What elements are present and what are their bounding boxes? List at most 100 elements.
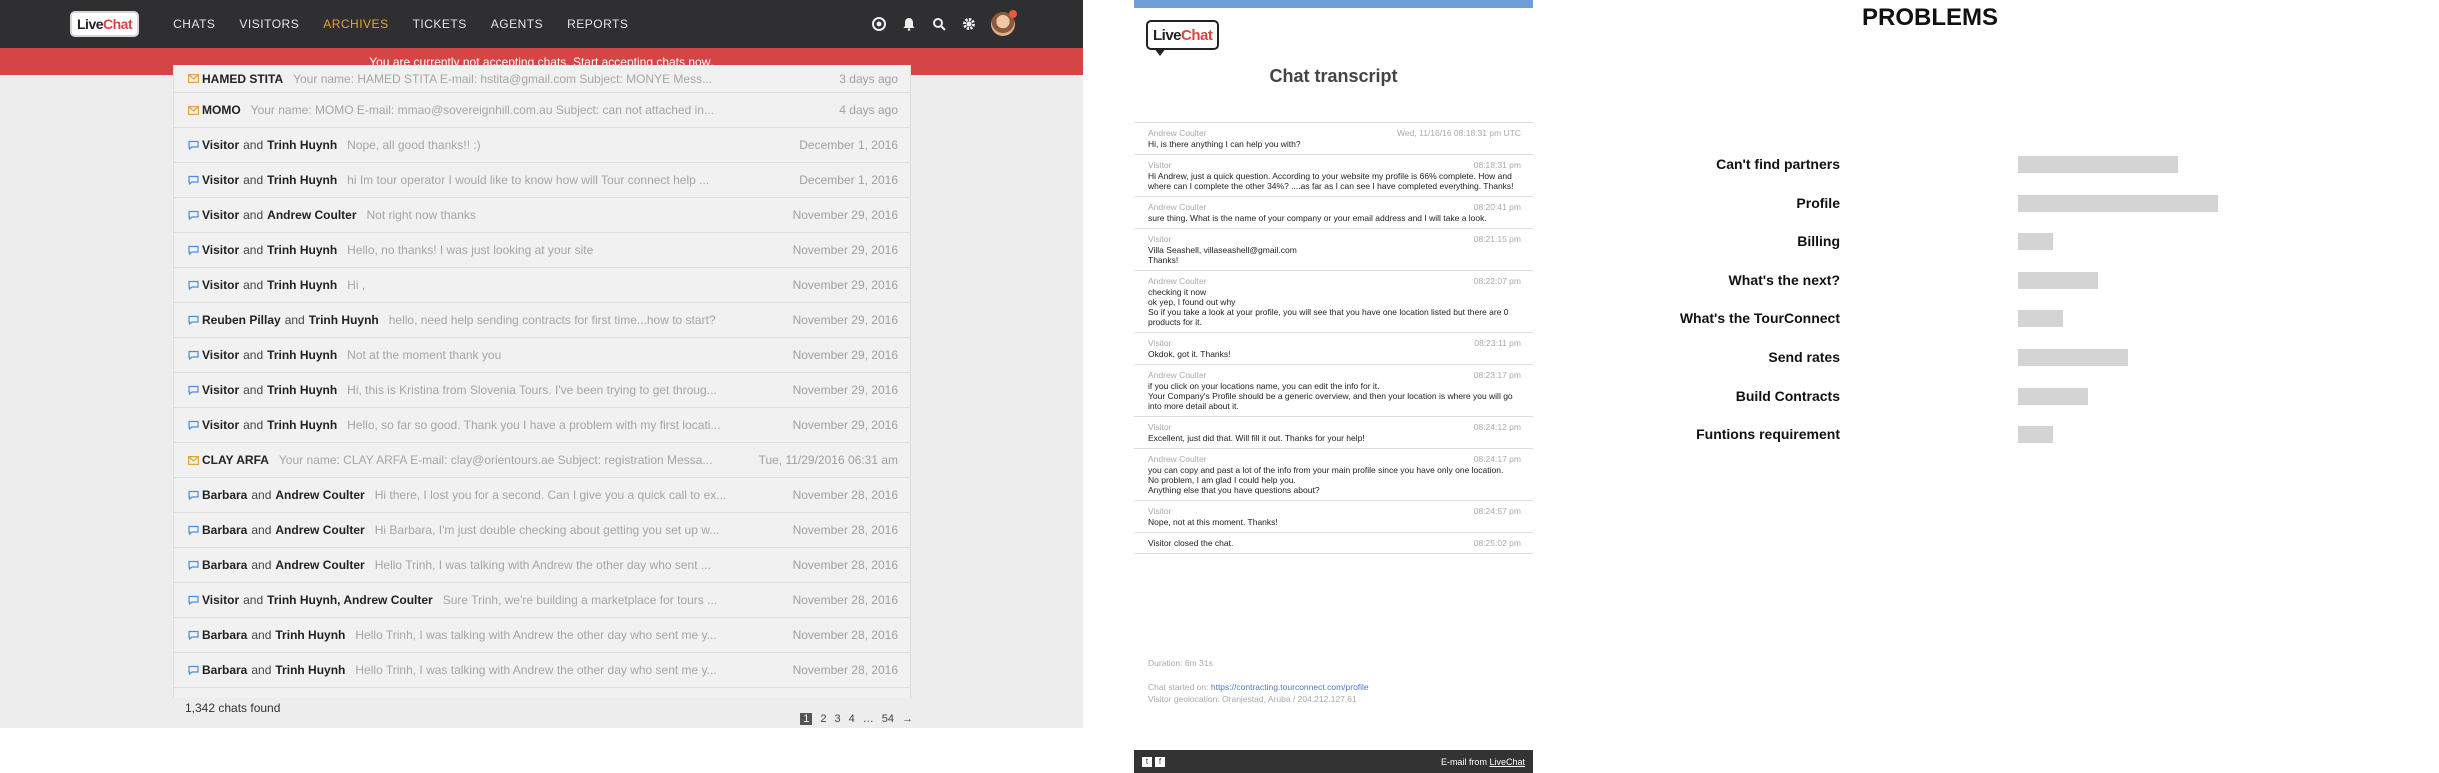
archive-row[interactable]: Visitor and Trinh Huynh, Andrew Coulter Sur… [174, 583, 910, 618]
row-date: November 29, 2016 [792, 278, 898, 292]
archive-row[interactable]: Barbara and Andrew Coulter Hello Trinh, I w… [174, 548, 910, 583]
message-time: 08:21:15 pm [1473, 234, 1521, 244]
chat-bubble-icon [186, 524, 200, 536]
bar-what-s-the-next [2018, 271, 2098, 289]
twitter-icon[interactable]: t [1142, 757, 1152, 767]
participant-name: MOMO [202, 103, 241, 117]
started-url-link[interactable]: https://contracting.tourconnect.com/prof… [1211, 682, 1369, 692]
archive-row[interactable]: Visitor and Trinh Huynh Hi, this is Kristin… [174, 373, 910, 408]
transcript-message: Visitor 08:23:11 pm Okdok, got it. Thanks! [1134, 332, 1533, 364]
row-date: Tue, 11/29/2016 06:31 am [758, 453, 898, 467]
archive-list: HAMED STITA Your name: HAMED STITA E-mail… [173, 65, 911, 698]
page-3[interactable]: 3 [835, 713, 841, 725]
archive-row[interactable]: HAMED STITA Your name: HAMED STITA E-mail… [174, 65, 910, 93]
row-date: November 29, 2016 [792, 208, 898, 222]
archive-row[interactable]: Visitor and Trinh Huynh Hello, so far so go… [174, 408, 910, 443]
chart-row: Profile [1580, 193, 2439, 213]
transcript-logo-box: Live Chat [1146, 20, 1220, 50]
nav-tickets[interactable]: TICKETS [413, 17, 467, 31]
archive-row[interactable]: MOMO Your name: MOMO E-mail: mmao@soverei… [174, 93, 910, 128]
livechat-logo[interactable]: Live Chat [70, 11, 140, 37]
pagination: 1 2 3 4 … 54 → [800, 713, 913, 725]
archive-row[interactable]: Barbara and Trinh Huynh Hello Trinh, I was … [174, 653, 910, 688]
archive-row[interactable]: CLAY ARFA Your name: CLAY ARFA E-mail: cl… [174, 443, 910, 478]
agent-name: Trinh Huynh [267, 243, 338, 257]
status-icon[interactable] [871, 16, 887, 32]
row-date: November 28, 2016 [792, 523, 898, 537]
category-label: What's the TourConnect [1679, 310, 1840, 327]
transcript-title: Chat transcript [1269, 66, 1398, 86]
archive-row[interactable]: Reuben Pillay and Trinh Huynh hello, need h… [174, 303, 910, 338]
nav-visitors[interactable]: VISITORS [239, 17, 299, 31]
next-page-arrow[interactable]: → [902, 713, 913, 725]
bell-icon[interactable] [901, 16, 917, 32]
nav-reports[interactable]: REPORTS [567, 17, 628, 31]
bar-what-s-the-tourconnect [2018, 310, 2063, 328]
and-word: and [251, 663, 272, 677]
nav-archives[interactable]: ARCHIVES [323, 17, 388, 31]
nav-agents[interactable]: AGENTS [491, 17, 543, 31]
message-author: Andrew Coulter [1148, 276, 1207, 286]
archive-row[interactable]: Visitor and Trinh Huynh Not at the moment t… [174, 338, 910, 373]
chat-bubble-icon [186, 314, 200, 326]
message-preview: Your name: CLAY ARFA E-mail: clay@orient… [278, 453, 713, 467]
row-date: November 29, 2016 [792, 243, 898, 257]
archive-row[interactable]: Visitor and Trinh Huynh hi Im tour operator… [174, 163, 910, 198]
duration: Duration: 6m 31s [1148, 658, 1213, 668]
message-text: Nope, not at this moment. Thanks! [1148, 517, 1278, 527]
gear-icon[interactable] [961, 16, 977, 32]
envelope-icon [186, 104, 200, 116]
row-date: November 28, 2016 [792, 558, 898, 572]
participant-name: Barbara [202, 628, 248, 642]
facebook-icon[interactable]: f [1155, 757, 1165, 767]
transcript-message: Andrew Coulter 08:22:07 pm checking it now… [1134, 270, 1533, 332]
chat-closed-note: Visitor closed the chat. 08:25:02 pm [1134, 532, 1533, 554]
chat-bubble-icon [186, 559, 200, 571]
message-time: 08:24:57 pm [1473, 506, 1521, 516]
transcript-message: Andrew Coulter 08:20:41 pm sure thing. Wha… [1134, 196, 1533, 228]
message-preview: hi Im tour operator I would like to know… [347, 173, 710, 187]
chat-bubble-icon [186, 279, 200, 291]
message-text: Villa Seashell, villaseashell@gmail.com … [1148, 245, 1297, 265]
participant-name: Barbara [202, 523, 248, 537]
search-icon[interactable] [931, 16, 947, 32]
page-4[interactable]: 4 [849, 713, 855, 725]
transcript-message: Andrew Coulter 08:24:17 pm you can copy an… [1134, 448, 1533, 500]
archive-row[interactable]: Barbara and Trinh Huynh Hello Trinh, I was … [174, 618, 910, 653]
archive-row[interactable]: Visitor and Andrew Coulter Not right now th… [174, 198, 910, 233]
agent-name: Trinh Huynh [267, 278, 338, 292]
main-nav: CHATS VISITORS ARCHIVES TICKETS AGENTS REPORT… [161, 17, 640, 31]
archive-row[interactable]: Visitor and Trinh Huynh Nope, all good than… [174, 128, 910, 163]
category-label: Billing [1797, 233, 1840, 250]
message-preview: Not at the moment thank you [347, 348, 502, 362]
chat-bubble-icon [186, 209, 200, 221]
message-preview: Hi, this is Kristina from Slovenia Tours… [347, 383, 717, 397]
page-1[interactable]: 1 [800, 713, 813, 725]
row-date: November 29, 2016 [792, 313, 898, 327]
archive-row[interactable]: Barbara and Andrew Coulter Hi Barbara, I'm … [174, 513, 910, 548]
nav-chats[interactable]: CHATS [173, 17, 215, 31]
archive-row[interactable]: Visitor and Trinh Huynh Hello, no thanks! I… [174, 233, 910, 268]
transcript-message: Visitor 08:24:12 pm Excellent, just did th… [1134, 416, 1533, 448]
chat-bubble-icon [186, 629, 200, 641]
transcript-message: Andrew Coulter 08:23:17 pm if you click on… [1134, 364, 1533, 416]
message-preview: Hi Barbara, I'm just double checking abo… [374, 523, 720, 537]
message-author: Visitor [1148, 338, 1172, 348]
message-author: Andrew Coulter [1148, 370, 1207, 380]
message-preview: Hello Trinh, I was talking with Andrew t… [355, 628, 717, 642]
archive-row[interactable]: Barbara and Andrew Coulter Hi there, I lost… [174, 478, 910, 513]
chart-row: What's the next? [1580, 270, 2439, 290]
message-preview: Not right now thanks [366, 208, 476, 222]
page-54[interactable]: 54 [882, 713, 894, 725]
closed-text: Visitor closed the chat. [1148, 538, 1234, 548]
message-text: Hi Andrew, just a quick question. Accord… [1148, 171, 1514, 191]
user-avatar[interactable] [991, 10, 1017, 36]
page-2[interactable]: 2 [820, 713, 826, 725]
row-date: November 29, 2016 [792, 383, 898, 397]
message-preview: Nope, all good thanks!! :) [347, 138, 481, 152]
and-word: and [243, 208, 264, 222]
footer-brand-link[interactable]: LiveChat [1489, 757, 1525, 767]
archive-row[interactable]: Visitor and Trinh Huynh Hi , November 29, 20… [174, 268, 910, 303]
and-word: and [251, 523, 272, 537]
and-word: and [243, 593, 264, 607]
